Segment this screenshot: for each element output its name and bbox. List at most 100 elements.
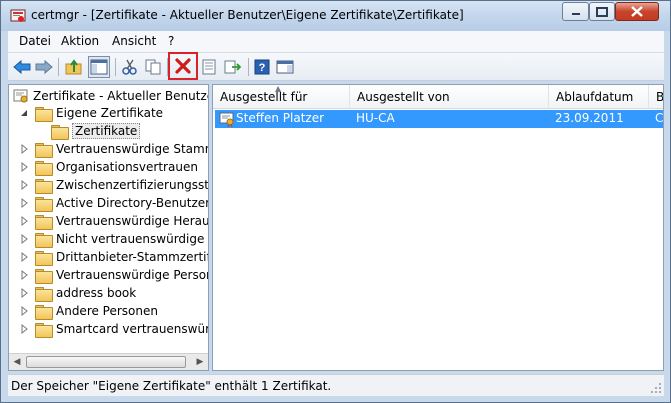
toolbar-separator: [115, 58, 116, 76]
scroll-left-icon[interactable]: ◀: [10, 356, 24, 368]
collapsed-triangle-icon: [21, 288, 28, 298]
title-bar[interactable]: certmgr - [Zertifikate - Aktueller Benut…: [1, 1, 670, 31]
column-label: Ausgestellt von: [357, 90, 450, 104]
tree-item-label: Vertrauenswürdige Personen: [56, 268, 208, 282]
tree-root[interactable]: Zertifikate - Aktueller Benutzer: [13, 87, 209, 105]
show-hide-console-tree-icon: [90, 59, 108, 75]
delete-icon: [175, 58, 191, 74]
show-hide-console-tree-button[interactable]: [88, 56, 110, 78]
close-icon: [631, 6, 643, 17]
collapsed-triangle-icon: [21, 306, 28, 316]
minimize-button[interactable]: [562, 2, 589, 21]
column-expiry[interactable]: Ablaufdatum: [549, 85, 649, 109]
column-issued-by[interactable]: Ausgestellt von: [350, 85, 549, 109]
collapsed-triangle-icon: [21, 324, 28, 334]
collapsed-triangle-icon: [21, 252, 28, 262]
show-hide-action-pane-icon: [276, 60, 294, 74]
collapsed-triangle-icon: [21, 216, 28, 226]
forward-icon: [35, 59, 53, 75]
folder-open-icon: [35, 106, 53, 122]
list-header: ▲ Ausgestellt für Ausgestellt von Ablauf…: [213, 85, 664, 109]
folder-icon: [35, 286, 53, 302]
collapsed-triangle-icon: [21, 180, 28, 190]
collapsed-triangle-icon: [21, 234, 28, 244]
tree-item-smartcard-trusted[interactable]: Smartcard vertrauenswürdige: [19, 320, 208, 338]
tree-item-third-party-root[interactable]: Drittanbieter-Stammzertifizie: [19, 248, 209, 266]
folder-icon: [35, 322, 53, 338]
certificates-snapin-icon: [13, 89, 28, 103]
tree-item-trusted-publishers[interactable]: Vertrauenswürdige Herausge: [19, 212, 209, 230]
tree-item-label: Andere Personen: [56, 304, 158, 318]
menu-file[interactable]: Datei: [19, 34, 51, 48]
collapsed-triangle-icon: [21, 198, 28, 208]
tree-item-label: Active Directory-Benutzerobj: [56, 196, 209, 210]
certificate-icon: [219, 112, 234, 127]
status-bar: Der Speicher "Eigene Zertifikate" enthäl…: [8, 374, 664, 396]
folder-icon: [35, 268, 53, 284]
menu-action[interactable]: Aktion: [61, 34, 99, 48]
collapsed-triangle-icon: [21, 144, 28, 154]
tree-root-label: Zertifikate - Aktueller Benutzer: [33, 89, 209, 103]
folder-icon: [35, 196, 53, 212]
tree-item-intermediate-ca[interactable]: Zwischenzertifizierungsstellen: [19, 176, 209, 194]
folder-icon: [35, 142, 53, 158]
tree-item-ad-user-object[interactable]: Active Directory-Benutzerobj: [19, 194, 209, 212]
tree-item-trusted-root[interactable]: Vertrauenswürdige Stammzer: [19, 140, 208, 158]
sort-ascending-icon: ▲: [275, 84, 282, 93]
tree-item-label: Organisationsvertrauen: [56, 160, 198, 174]
table-row[interactable]: Steffen Platzer HU-CA 23.09.2011 C: [215, 110, 663, 128]
status-text: Der Speicher "Eigene Zertifikate" enthäl…: [11, 379, 332, 393]
resize-grip-icon[interactable]: [650, 382, 662, 394]
menu-view[interactable]: Ansicht: [112, 34, 156, 48]
delete-button[interactable]: [168, 52, 198, 80]
copy-button[interactable]: [142, 56, 164, 78]
menu-bar: Datei Aktion Ansicht ?: [8, 31, 664, 53]
folder-icon: [51, 124, 69, 140]
folder-icon: [35, 160, 53, 176]
tree-item-enterprise-trust[interactable]: Organisationsvertrauen: [19, 158, 198, 176]
export-list-button[interactable]: [222, 56, 244, 78]
tree-item-label: Nicht vertrauenswürdige Zert: [56, 232, 208, 246]
close-button[interactable]: [615, 2, 659, 21]
tree-item-label: Zwischenzertifizierungsstellen: [56, 178, 209, 192]
cut-button[interactable]: [119, 56, 141, 78]
tree-item-label: Eigene Zertifikate: [56, 106, 164, 120]
tree-item-untrusted[interactable]: Nicht vertrauenswürdige Zert: [19, 230, 208, 248]
back-button[interactable]: [11, 56, 33, 78]
tree-item-other-people[interactable]: Andere Personen: [19, 302, 158, 320]
tree-item-label: Zertifikate: [72, 123, 141, 139]
maximize-button[interactable]: [589, 2, 615, 21]
show-hide-action-pane-button[interactable]: [274, 56, 296, 78]
certificate-list[interactable]: ▲ Ausgestellt für Ausgestellt von Ablauf…: [212, 84, 664, 371]
column-label: B: [656, 90, 664, 104]
tree-item-address-book[interactable]: address book: [19, 284, 136, 302]
maximize-icon: [596, 6, 608, 17]
help-icon: ?: [254, 59, 270, 75]
help-button[interactable]: ?: [251, 56, 273, 78]
folder-icon: [35, 214, 53, 230]
scrollbar-thumb[interactable]: [26, 356, 186, 368]
properties-button[interactable]: [198, 56, 220, 78]
window-title: certmgr - [Zertifikate - Aktueller Benut…: [31, 8, 464, 22]
column-more[interactable]: B: [649, 85, 664, 109]
tree-item-label: Drittanbieter-Stammzertifizie: [56, 250, 209, 264]
toolbar-separator: [248, 58, 249, 76]
minimize-icon: [571, 12, 580, 15]
collapsed-triangle-icon: [21, 270, 28, 280]
forward-button[interactable]: [33, 56, 55, 78]
tree-item-trusted-people[interactable]: Vertrauenswürdige Personen: [19, 266, 208, 284]
up-folder-button[interactable]: [63, 56, 85, 78]
tree-item-zertifikate[interactable]: Zertifikate: [51, 122, 141, 140]
column-label: Ablaufdatum: [556, 90, 634, 104]
toolbar: ?: [8, 52, 664, 81]
scroll-right-icon[interactable]: ▶: [193, 356, 207, 368]
column-issued-to[interactable]: ▲ Ausgestellt für: [213, 85, 350, 109]
console-tree[interactable]: Zertifikate - Aktueller Benutzer Eigene …: [8, 84, 209, 371]
column-label: Ausgestellt für: [220, 90, 308, 104]
menu-help[interactable]: ?: [168, 34, 174, 48]
tree-item-eigene-zertifikate[interactable]: Eigene Zertifikate: [19, 104, 163, 122]
tree-horizontal-scrollbar[interactable]: ◀ ▶: [9, 353, 208, 370]
export-list-icon: [224, 60, 242, 74]
expanded-triangle-icon: [21, 110, 27, 116]
tree-item-label: Vertrauenswürdige Herausge: [56, 214, 209, 228]
